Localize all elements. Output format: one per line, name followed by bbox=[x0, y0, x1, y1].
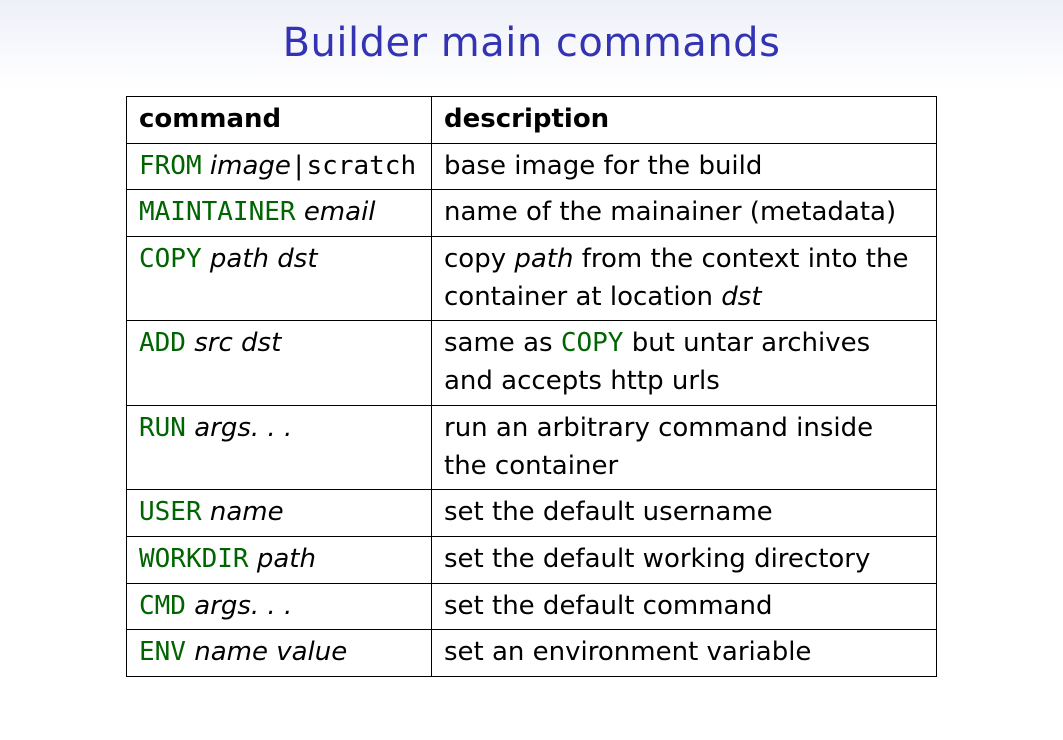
cmd-args: name value bbox=[194, 637, 347, 667]
commands-table: command description FROM image|scratch b… bbox=[126, 96, 937, 677]
cell-description: run an arbitrary command inside the cont… bbox=[432, 405, 937, 489]
cell-command: USER name bbox=[127, 490, 432, 537]
table-row: ENV name value set an environment variab… bbox=[127, 630, 937, 677]
cell-command: WORKDIR path bbox=[127, 536, 432, 583]
header-description: description bbox=[432, 97, 937, 144]
cmd-keyword: FROM bbox=[139, 151, 202, 181]
table-row: RUN args. . . run an arbitrary command i… bbox=[127, 405, 937, 489]
cell-command: COPY path dst bbox=[127, 237, 432, 321]
cmd-extra: |scratch bbox=[291, 151, 416, 181]
slide-title: Builder main commands bbox=[0, 20, 1063, 66]
cell-description: set an environment variable bbox=[432, 630, 937, 677]
cell-description: set the default working directory bbox=[432, 536, 937, 583]
table-row: ADD src dst same as COPY but untar archi… bbox=[127, 321, 937, 405]
cell-description: set the default username bbox=[432, 490, 937, 537]
desc-text: same as bbox=[444, 328, 561, 358]
cmd-keyword: ADD bbox=[139, 328, 186, 358]
cell-command: RUN args. . . bbox=[127, 405, 432, 489]
cell-command: FROM image|scratch bbox=[127, 143, 432, 190]
cmd-args: args. . . bbox=[194, 413, 292, 443]
cmd-keyword: WORKDIR bbox=[139, 544, 249, 574]
cell-command: CMD args. . . bbox=[127, 583, 432, 630]
cell-command: ENV name value bbox=[127, 630, 432, 677]
cmd-args: name bbox=[210, 497, 284, 527]
cmd-args: image bbox=[210, 151, 291, 181]
cmd-keyword: RUN bbox=[139, 413, 186, 443]
cmd-args: path dst bbox=[210, 244, 318, 274]
table-row: USER name set the default username bbox=[127, 490, 937, 537]
table-row: COPY path dst copy path from the context… bbox=[127, 237, 937, 321]
table-row: CMD args. . . set the default command bbox=[127, 583, 937, 630]
cell-command: MAINTAINER email bbox=[127, 190, 432, 237]
desc-code: COPY bbox=[561, 328, 624, 358]
cell-description: set the default command bbox=[432, 583, 937, 630]
cell-description: copy path from the context into the cont… bbox=[432, 237, 937, 321]
cmd-args: email bbox=[304, 197, 376, 227]
cmd-args: args. . . bbox=[194, 591, 292, 621]
table-row: FROM image|scratch base image for the bu… bbox=[127, 143, 937, 190]
cell-description: same as COPY but untar archives and acce… bbox=[432, 321, 937, 405]
cmd-keyword: CMD bbox=[139, 591, 186, 621]
desc-ital: dst bbox=[721, 282, 761, 312]
cmd-args: path bbox=[257, 544, 316, 574]
cell-description: base image for the build bbox=[432, 143, 937, 190]
cmd-keyword: COPY bbox=[139, 244, 202, 274]
cmd-keyword: ENV bbox=[139, 637, 186, 667]
desc-ital: path bbox=[514, 244, 573, 274]
cmd-keyword: USER bbox=[139, 497, 202, 527]
cmd-args: src dst bbox=[194, 328, 281, 358]
cmd-keyword: MAINTAINER bbox=[139, 197, 296, 227]
header-command: command bbox=[127, 97, 432, 144]
cell-description: name of the mainainer (metadata) bbox=[432, 190, 937, 237]
slide: Builder main commands command descriptio… bbox=[0, 0, 1063, 740]
table-header-row: command description bbox=[127, 97, 937, 144]
cell-command: ADD src dst bbox=[127, 321, 432, 405]
table-row: MAINTAINER email name of the mainainer (… bbox=[127, 190, 937, 237]
table-row: WORKDIR path set the default working dir… bbox=[127, 536, 937, 583]
desc-text: copy bbox=[444, 244, 514, 274]
